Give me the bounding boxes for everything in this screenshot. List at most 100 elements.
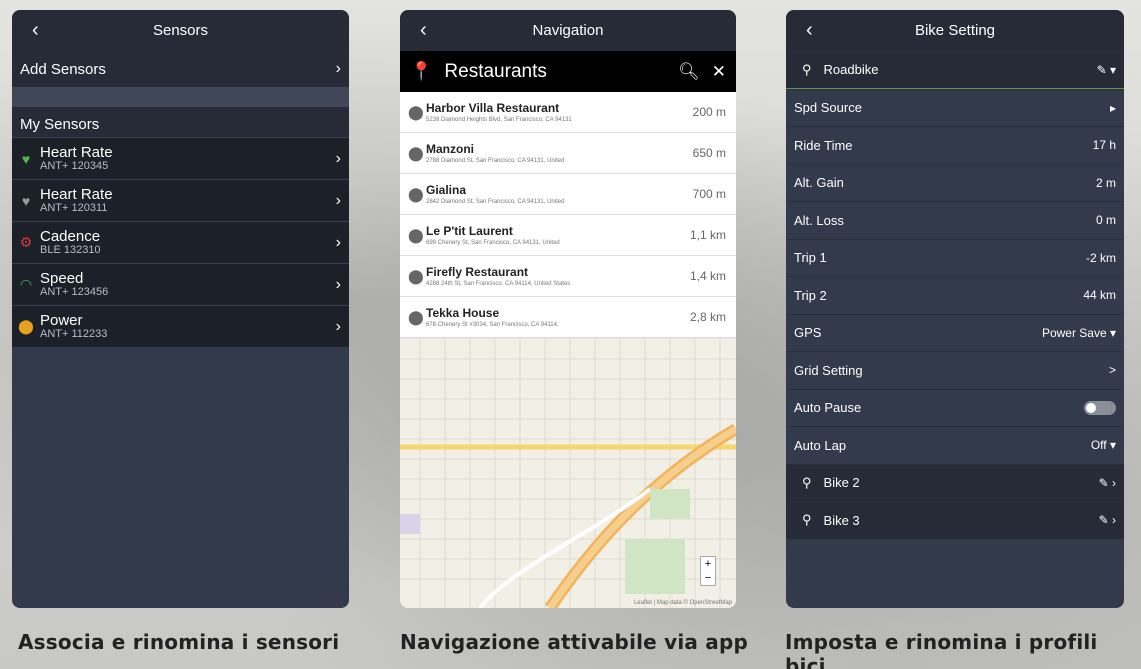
sensor-list: ♥ Heart Rate ANT+ 120345 › ♥ Heart Rate … bbox=[12, 137, 349, 347]
setting-label: Ride Time bbox=[794, 137, 853, 153]
add-sensors-row[interactable]: Add Sensors › bbox=[12, 51, 349, 87]
result-distance: 1,4 km bbox=[689, 269, 726, 283]
navigation-nav-bar: ‹ Navigation bbox=[400, 10, 736, 51]
sensor-name: Speed bbox=[40, 270, 84, 287]
auto-pause-row[interactable]: Auto Pause bbox=[786, 388, 1124, 427]
back-icon[interactable]: ‹ bbox=[32, 19, 39, 42]
result-address: 678 Chenery St #3034, San Francisco, CA … bbox=[426, 322, 559, 328]
zoom-in-button[interactable]: + bbox=[701, 557, 715, 571]
gps-row[interactable]: GPS Power Save ▾ bbox=[786, 313, 1124, 352]
sensor-name: Heart Rate bbox=[40, 144, 113, 161]
speed-icon: ◠ bbox=[19, 276, 33, 292]
map-view[interactable]: + − Leaflet | Map data © OpenStreetMap bbox=[400, 339, 736, 608]
gps-select[interactable]: Power Save ▾ bbox=[1042, 326, 1116, 340]
result-row[interactable]: ⬤ Tekka House 678 Chenery St #3034, San … bbox=[400, 297, 736, 338]
setting-label: Auto Lap bbox=[794, 437, 847, 453]
result-address: 4288 24th St, San Francisco, CA 94114, U… bbox=[426, 281, 571, 287]
result-name: Le P'tit Laurent bbox=[426, 224, 513, 238]
sensor-name: Heart Rate bbox=[40, 186, 113, 203]
result-distance: 650 m bbox=[692, 146, 726, 160]
back-icon[interactable]: ‹ bbox=[806, 19, 813, 42]
trip-1-row[interactable]: Trip 1 -2 km bbox=[786, 238, 1124, 277]
setting-label: Spd Source bbox=[794, 100, 862, 116]
search-input[interactable]: Restaurants bbox=[444, 61, 666, 83]
sensors-screen: ‹ Sensors Add Sensors › My Sensors ♥ Hea… bbox=[12, 10, 349, 608]
my-sensors-header: My Sensors bbox=[12, 107, 349, 137]
result-row[interactable]: ⬤ Firefly Restaurant 4288 24th St, San F… bbox=[400, 256, 736, 297]
sensor-name: Cadence bbox=[40, 228, 101, 245]
result-name: Manzoni bbox=[426, 142, 474, 156]
edit-dropdown[interactable]: ✎ ▾ bbox=[1097, 63, 1116, 77]
back-icon[interactable]: ‹ bbox=[420, 19, 427, 42]
bicycle-icon: ⚲ bbox=[802, 512, 812, 528]
sensor-row-speed[interactable]: ◠ Speed ANT+ 123456 › bbox=[12, 263, 349, 305]
cadence-icon: ⚙ bbox=[19, 234, 33, 250]
setting-label: Alt. Loss bbox=[794, 212, 844, 228]
search-icon[interactable]: 🔍︎ bbox=[678, 62, 700, 82]
caption-bike: Imposta e rinomina i profili bici bbox=[785, 630, 1098, 669]
sensor-row-power[interactable]: ⬤ Power ANT+ 112233 › bbox=[12, 305, 349, 347]
close-icon[interactable]: ✕ bbox=[712, 62, 726, 82]
setting-value: -2 km bbox=[1086, 250, 1116, 265]
navigation-screen: ‹ Navigation 📍 Restaurants 🔍︎ ✕ ⬤ Harbor… bbox=[400, 10, 736, 608]
zoom-out-button[interactable]: − bbox=[701, 571, 715, 585]
auto-pause-toggle[interactable] bbox=[1084, 400, 1116, 415]
ride-time-row[interactable]: Ride Time 17 h bbox=[786, 126, 1124, 164]
setting-value: > bbox=[1108, 363, 1116, 378]
search-bar[interactable]: 📍 Restaurants 🔍︎ ✕ bbox=[400, 51, 736, 92]
result-name: Gialina bbox=[426, 183, 467, 197]
edit-arrow[interactable]: ✎ › bbox=[1099, 513, 1116, 527]
caption-sensors: Associa e rinomina i sensori bbox=[18, 630, 340, 654]
alt-gain-row[interactable]: Alt. Gain 2 m bbox=[786, 163, 1124, 202]
profile-name: Bike 2 bbox=[823, 475, 860, 491]
location-pin-icon: ⬤ bbox=[408, 267, 424, 284]
chevron-right-icon: › bbox=[335, 317, 341, 335]
navigation-title: Navigation bbox=[532, 22, 604, 39]
result-row[interactable]: ⬤ Le P'tit Laurent 699 Chenery St, San F… bbox=[400, 215, 736, 256]
grid-setting-row[interactable]: Grid Setting > bbox=[786, 351, 1124, 389]
result-name: Firefly Restaurant bbox=[426, 265, 529, 279]
profile-row-bike-2[interactable]: ⚲ Bike 2 ✎ › bbox=[786, 463, 1124, 501]
location-pin-icon: ⬤ bbox=[408, 226, 424, 243]
setting-value: 0 m bbox=[1095, 213, 1116, 228]
map-graphic bbox=[400, 339, 736, 608]
sensor-row-heart-rate-1[interactable]: ♥ Heart Rate ANT+ 120345 › bbox=[12, 137, 349, 179]
bike-setting-screen: ‹ Bike Setting ⚲ Roadbike ✎ ▾ Spd Source… bbox=[786, 10, 1124, 608]
setting-label: Trip 2 bbox=[794, 287, 827, 303]
bike-setting-title: Bike Setting bbox=[914, 22, 996, 39]
profile-name: Roadbike bbox=[823, 62, 879, 78]
result-distance: 1,1 km bbox=[689, 228, 726, 242]
setting-value: 44 km bbox=[1083, 288, 1116, 303]
result-name: Tekka House bbox=[426, 306, 500, 320]
profile-row-roadbike[interactable]: ⚲ Roadbike ✎ ▾ bbox=[786, 51, 1124, 89]
alt-loss-row[interactable]: Alt. Loss 0 m bbox=[786, 201, 1124, 239]
chevron-right-icon: › bbox=[335, 191, 341, 209]
trip-2-row[interactable]: Trip 2 44 km bbox=[786, 276, 1124, 314]
chevron-right-icon: › bbox=[335, 275, 341, 293]
sensor-row-heart-rate-2[interactable]: ♥ Heart Rate ANT+ 120311 › bbox=[12, 179, 349, 221]
location-pin-icon: ⬤ bbox=[408, 103, 424, 120]
sensor-row-cadence[interactable]: ⚙ Cadence BLE 132310 › bbox=[12, 221, 349, 263]
section-gap bbox=[12, 87, 349, 107]
map-credit[interactable]: Leaflet | Map data © OpenStreetMap bbox=[634, 600, 732, 606]
sensor-id: ANT+ 112233 bbox=[40, 328, 108, 340]
bicycle-icon: ⚲ bbox=[802, 474, 812, 490]
sensor-id: ANT+ 120345 bbox=[40, 160, 109, 172]
result-row[interactable]: ⬤ Gialina 2842 Diamond St, San Francisco… bbox=[400, 174, 736, 215]
my-sensors-label: My Sensors bbox=[20, 116, 100, 133]
location-pin-icon: ⬤ bbox=[408, 144, 424, 161]
setting-label: Alt. Gain bbox=[794, 175, 844, 191]
spd-source-row[interactable]: Spd Source ▸ bbox=[786, 88, 1124, 127]
auto-lap-select[interactable]: Off ▾ bbox=[1091, 438, 1116, 452]
edit-arrow[interactable]: ✎ › bbox=[1099, 476, 1116, 490]
chevron-right-icon: › bbox=[335, 149, 341, 167]
profile-row-bike-3[interactable]: ⚲ Bike 3 ✎ › bbox=[786, 501, 1124, 539]
auto-lap-row[interactable]: Auto Lap Off ▾ bbox=[786, 426, 1124, 464]
bicycle-icon: ⚲ bbox=[802, 61, 812, 77]
result-row[interactable]: ⬤ Harbor Villa Restaurant 5238 Diamond H… bbox=[400, 92, 736, 133]
location-pin-icon: ⬤ bbox=[408, 308, 424, 325]
sensor-id: BLE 132310 bbox=[40, 244, 101, 256]
power-icon: ⬤ bbox=[18, 318, 34, 334]
result-row[interactable]: ⬤ Manzoni 2788 Diamond St, San Francisco… bbox=[400, 133, 736, 174]
caption-navigation: Navigazione attivabile via app bbox=[400, 630, 748, 654]
